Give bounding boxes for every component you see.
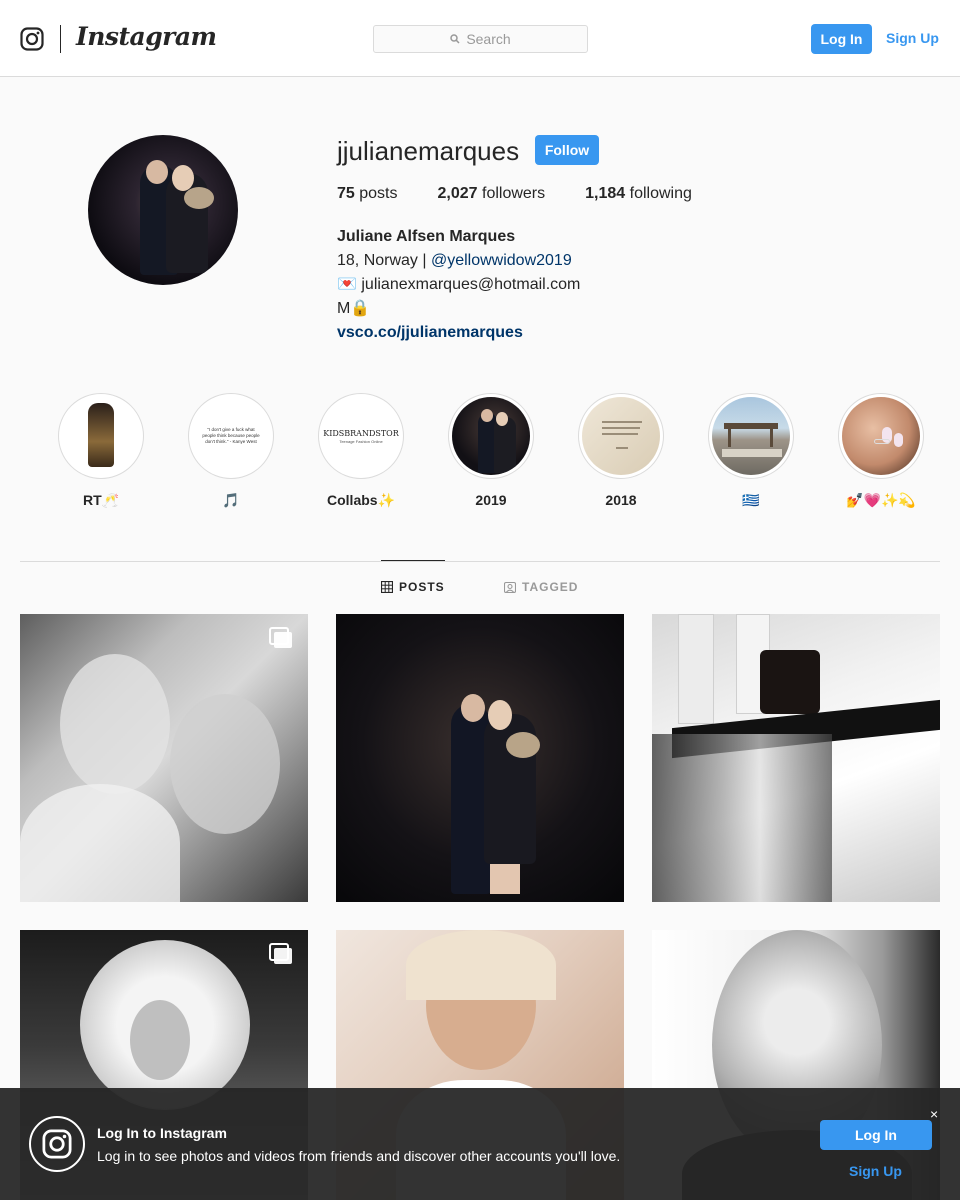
highlight-2019[interactable]: 2019 [426,393,556,510]
profile-username: jjulianemarques [337,136,520,166]
tab-tagged-label: TAGGED [522,580,579,594]
instagram-logo-badge [29,1116,85,1172]
following-stat[interactable]: 1,184 following [585,185,692,203]
highlight-cover [712,397,790,475]
multiple-photos-icon [269,627,292,648]
highlight-quote-text: "I don't give a fuck what people think b… [202,427,260,444]
highlight-cover [582,397,660,475]
top-navbar: Instagram Search Log In Sign Up [0,0,960,77]
tab-posts-label: POSTS [399,580,445,594]
highlight-nails[interactable]: 💅💗✨💫 [816,393,946,510]
search-input[interactable]: Search [373,25,588,53]
bio-email: 💌 julianexmarques@hotmail.com [337,276,581,293]
highlight-cover: KIDSBRANDSTOR Teenage Fashion Online [322,397,400,475]
highlight-label: 2018 [605,492,637,508]
banner-login-button[interactable]: Log In [820,1120,932,1150]
highlight-brand-sub: Teenage Fashion Online [339,438,383,444]
followers-stat[interactable]: 2,027 followers [438,185,546,203]
posts-stat: 75 posts [337,185,398,203]
followers-count: 2,027 [437,185,478,202]
multiple-photos-icon [269,943,292,964]
following-word: following [629,185,692,202]
profile-stats: 75 posts 2,027 followers 1,184 following [337,185,732,203]
post-tile[interactable] [20,614,308,902]
search-placeholder: Search [466,31,511,47]
highlight-label: RT🥂 [82,492,120,508]
instagram-glyph-icon[interactable] [20,27,44,51]
post-tile[interactable] [652,614,940,902]
instagram-glyph-icon [42,1129,72,1159]
follow-button[interactable]: Follow [535,135,599,165]
highlight-music[interactable]: "I don't give a fuck what people think b… [166,393,296,510]
tagged-person-icon [504,581,516,593]
tabs-divider [20,561,940,562]
story-highlights: RT🥂 "I don't give a fuck what people thi… [36,393,946,510]
followers-word: followers [482,185,546,202]
following-count: 1,184 [585,185,626,202]
posts-word: posts [359,185,398,202]
highlight-greece[interactable]: 🇬🇷 [686,393,816,510]
highlight-label: 2019 [475,492,507,508]
highlight-2018[interactable]: 2018 [556,393,686,510]
highlight-rt[interactable]: RT🥂 [36,393,166,510]
highlight-cover: "I don't give a fuck what people think b… [192,397,270,475]
grid-icon [381,581,393,593]
highlight-collabs[interactable]: KIDSBRANDSTOR Teenage Fashion Online Col… [296,393,426,510]
tab-tagged[interactable]: TAGGED [504,580,578,594]
post-tile[interactable] [336,614,624,902]
highlight-label: 🎵 [222,492,240,508]
bio-website-link[interactable]: vsco.co/jjulianemarques [337,324,523,341]
posts-count: 75 [337,185,355,202]
signup-link[interactable]: Sign Up [886,30,939,46]
tab-posts[interactable]: POSTS [381,580,445,594]
instagram-wordmark[interactable]: Instagram [76,22,217,51]
login-button[interactable]: Log In [811,24,872,54]
bio-line-3: M🔒 [337,300,371,317]
banner-signup-link[interactable]: Sign Up [849,1163,902,1179]
highlight-label: 💅💗✨💫 [846,492,916,508]
bio-mention-link[interactable]: @yellowwidow2019 [431,252,572,269]
highlight-cover [452,397,530,475]
banner-text: Log in to see photos and videos from fri… [97,1148,621,1164]
profile-bio: Juliane Alfsen Marques 18, Norway | @yel… [337,225,580,345]
nav-divider [60,25,61,53]
profile-full-name: Juliane Alfsen Marques [337,228,516,245]
search-icon [450,34,460,44]
highlight-brand-text: KIDSBRANDSTOR [323,428,399,438]
login-prompt-banner: Log In to Instagram Log in to see photos… [0,1088,960,1200]
profile-avatar[interactable] [88,135,238,285]
active-tab-indicator [381,560,445,561]
highlight-label: Collabs✨ [327,492,395,508]
highlight-cover [842,397,920,475]
close-icon[interactable]: × [930,1106,938,1122]
highlight-label: 🇬🇷 [742,492,760,508]
bio-line-1: 18, Norway | @yellowwidow2019 [337,249,580,273]
banner-title: Log In to Instagram [97,1125,227,1141]
bio-location: 18, Norway | [337,252,431,269]
highlight-cover [62,397,140,475]
